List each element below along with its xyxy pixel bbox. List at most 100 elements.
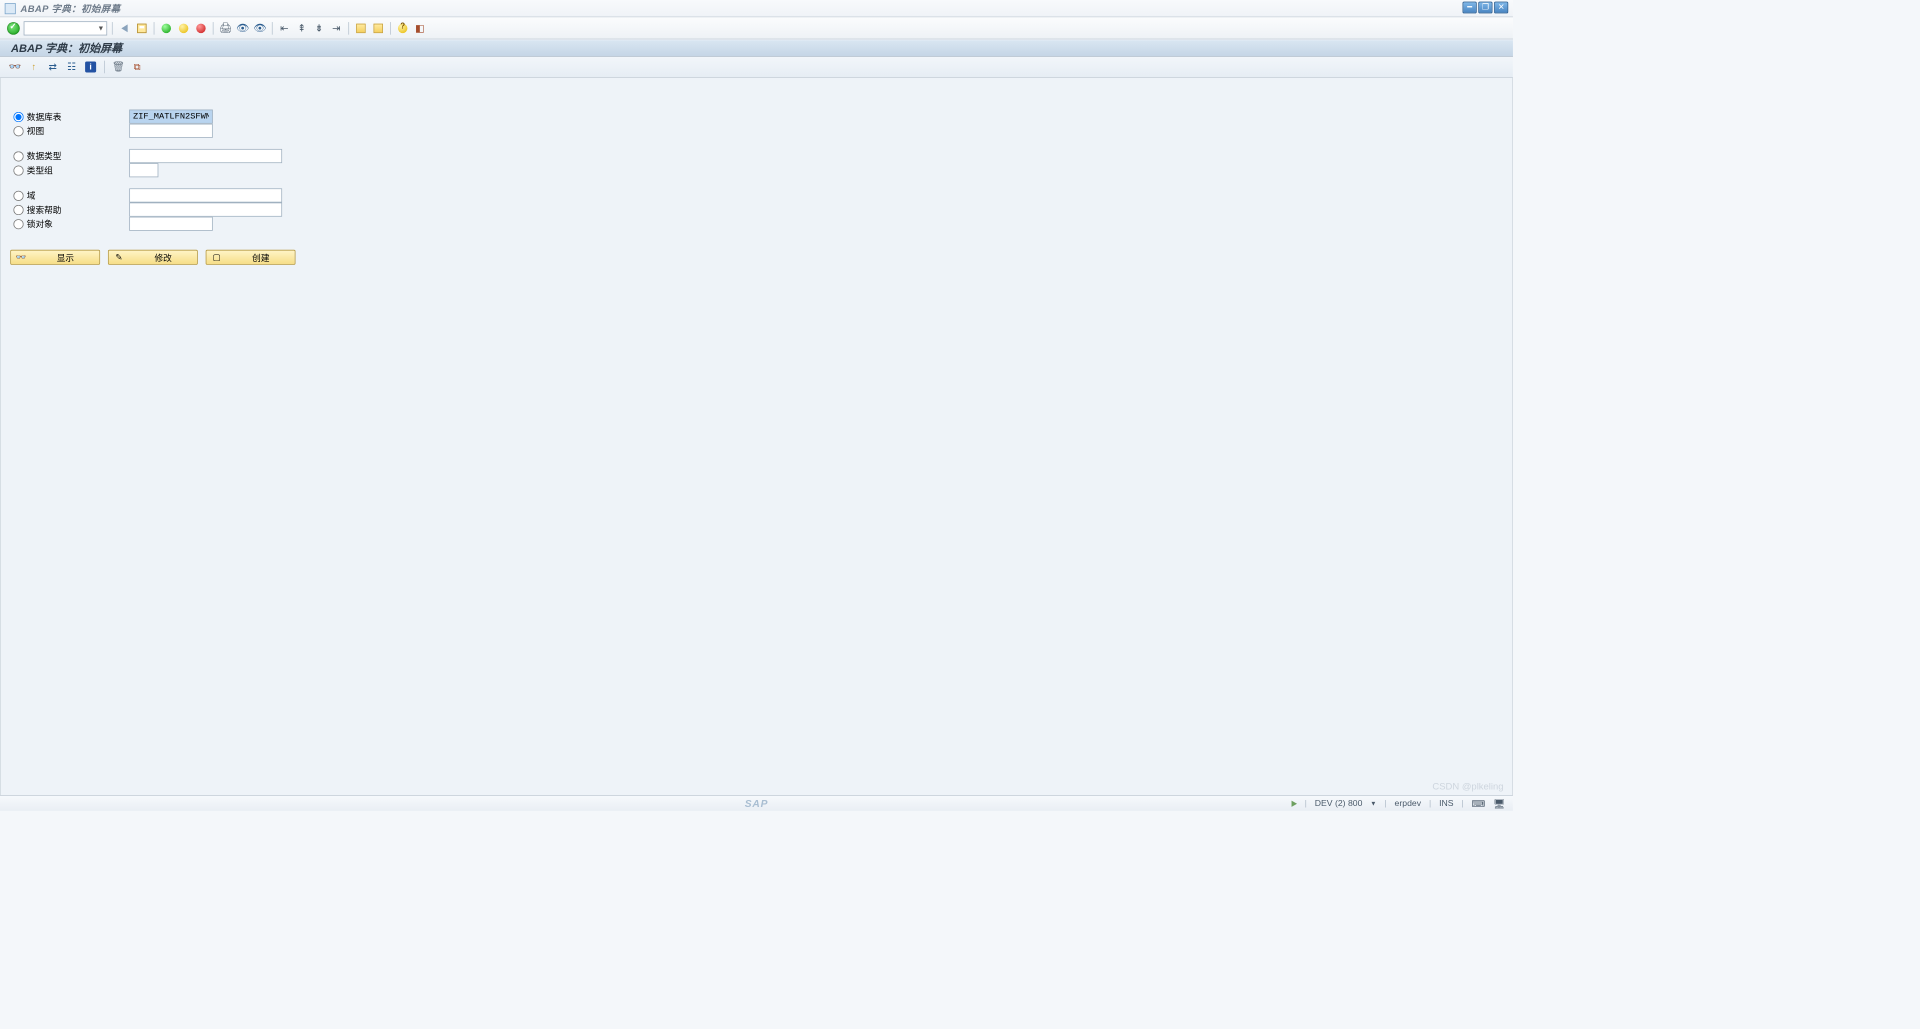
next-page-button[interactable]: ⇟: [312, 21, 326, 35]
copy-button[interactable]: ⧉: [130, 60, 144, 74]
red-ball-icon: [196, 23, 205, 32]
cancel-button[interactable]: [194, 21, 208, 35]
save-icon: [137, 23, 146, 32]
restore-button[interactable]: ❐: [1478, 2, 1492, 14]
status-monitor-icon[interactable]: 🖥: [1493, 798, 1505, 809]
layout-menu-button[interactable]: ◧: [413, 21, 427, 35]
glasses-icon: 👓: [16, 252, 27, 262]
display-list-button[interactable]: ☷: [65, 60, 79, 74]
input-lock-object[interactable]: [129, 217, 213, 231]
input-data-type[interactable]: [129, 149, 282, 163]
minimize-button[interactable]: ━: [1463, 2, 1477, 14]
label-search-help: 搜索帮助: [27, 203, 129, 216]
radio-search-help[interactable]: [13, 204, 23, 214]
find-button[interactable]: 👁: [236, 21, 250, 35]
action-button-row: 👓 显示 ✎ 修改 ▢ 创建: [6, 250, 1508, 265]
toolbar-separator: [154, 22, 155, 35]
exit-button[interactable]: [177, 21, 191, 35]
row-search-help: 搜索帮助: [6, 203, 1508, 217]
close-window-button[interactable]: ✕: [1494, 2, 1508, 14]
message-expand-icon[interactable]: [1291, 800, 1297, 806]
shortcut-button[interactable]: [371, 21, 385, 35]
create-button[interactable]: ▢ 创建: [206, 250, 296, 265]
help-icon: ?: [398, 23, 407, 32]
shortcut-icon: [374, 23, 383, 32]
change-button[interactable]: ✎ 修改: [108, 250, 198, 265]
last-page-button[interactable]: ⇥: [329, 21, 343, 35]
new-page-icon: ▢: [211, 252, 222, 262]
binoculars-icon: 👁: [236, 22, 249, 35]
input-view[interactable]: [129, 124, 213, 138]
back-icon: [121, 24, 127, 32]
toolbar-separator: [348, 22, 349, 35]
row-view: 视图: [6, 124, 1508, 138]
delete-button[interactable]: 🗑: [111, 60, 125, 74]
help-button[interactable]: ?: [396, 21, 410, 35]
radio-domain[interactable]: [13, 190, 23, 200]
row-db-table: 数据库表: [6, 110, 1508, 124]
input-type-group[interactable]: [129, 163, 158, 177]
activate-button[interactable]: ↑: [27, 60, 41, 74]
label-data-type: 数据类型: [27, 150, 129, 163]
radio-data-type[interactable]: [13, 151, 23, 161]
info-button[interactable]: i: [84, 60, 98, 74]
display-button[interactable]: 👓 显示: [10, 250, 100, 265]
back-button[interactable]: [117, 21, 131, 35]
back-nav-button[interactable]: [159, 21, 173, 35]
prev-page-button[interactable]: ⇞: [295, 21, 309, 35]
command-field[interactable]: ▼: [24, 21, 108, 35]
label-lock-object: 锁对象: [27, 217, 129, 230]
print-icon: 🖨: [219, 22, 232, 35]
row-lock-object: 锁对象: [6, 217, 1508, 231]
page-title: ABAP 字典：初始屏幕: [11, 40, 122, 56]
enter-button[interactable]: [6, 21, 20, 35]
status-keyboard-icon[interactable]: ⌨: [1472, 798, 1486, 809]
page-first-icon: ⇤: [280, 22, 289, 35]
input-domain[interactable]: [129, 188, 282, 202]
label-db-table: 数据库表: [27, 110, 129, 123]
status-system[interactable]: DEV (2) 800: [1315, 799, 1363, 808]
sap-window-icon: [5, 3, 16, 14]
pencil-icon: ✎: [113, 252, 124, 262]
radio-view[interactable]: [13, 126, 23, 136]
binoculars-plus-icon: 👁: [254, 22, 267, 35]
window-title: ABAP 字典：初始屏幕: [20, 2, 120, 15]
toolbar-separator: [272, 22, 273, 35]
display-button-label: 显示: [36, 251, 94, 264]
toolbar-separator: [213, 22, 214, 35]
page-down-icon: ⇟: [315, 22, 324, 35]
radio-db-table[interactable]: [13, 112, 23, 122]
up-arrow-icon: ↑: [32, 61, 37, 72]
command-dropdown-icon[interactable]: ▼: [97, 24, 105, 32]
copy-icon: ⧉: [134, 61, 141, 73]
row-data-type: 数据类型: [6, 149, 1508, 163]
radio-type-group[interactable]: [13, 165, 23, 175]
toolbar-separator: [390, 22, 391, 35]
toolbar-separator: [112, 22, 113, 35]
window-titlebar: ABAP 字典：初始屏幕 ━ ❐ ✕: [0, 0, 1513, 17]
page-title-band: ABAP 字典：初始屏幕: [0, 39, 1513, 56]
label-domain: 域: [27, 189, 129, 202]
toolbar-separator: [104, 61, 105, 74]
create-button-label: 创建: [232, 251, 290, 264]
status-server: erpdev: [1395, 799, 1422, 808]
input-search-help[interactable]: [129, 203, 282, 217]
input-db-table[interactable]: [129, 110, 213, 124]
find-next-button[interactable]: 👁: [253, 21, 267, 35]
system-toolbar: ▼ 🖨 👁 👁 ⇤ ⇞ ⇟ ⇥ ? ◧: [0, 17, 1513, 39]
trash-icon: 🗑: [112, 61, 125, 74]
info-icon: i: [85, 61, 96, 72]
work-area: 数据库表 视图 数据类型 类型组 域 搜索帮助 锁对象 👓 显示: [0, 78, 1513, 795]
first-page-button[interactable]: ⇤: [277, 21, 291, 35]
where-used-button[interactable]: ⇄: [46, 60, 60, 74]
watermark: CSDN @plkeling: [1432, 781, 1503, 792]
display-object-button[interactable]: 👓: [8, 60, 22, 74]
radio-lock-object[interactable]: [13, 219, 23, 229]
new-session-button[interactable]: [354, 21, 368, 35]
dropdown-icon[interactable]: ▼: [1370, 800, 1376, 807]
print-button[interactable]: 🖨: [218, 21, 232, 35]
label-type-group: 类型组: [27, 164, 129, 177]
page-up-icon: ⇞: [298, 22, 307, 35]
save-button[interactable]: [135, 21, 149, 35]
status-bar: SAP | DEV (2) 800 ▼ | erpdev | INS | ⌨ 🖥: [0, 795, 1513, 811]
